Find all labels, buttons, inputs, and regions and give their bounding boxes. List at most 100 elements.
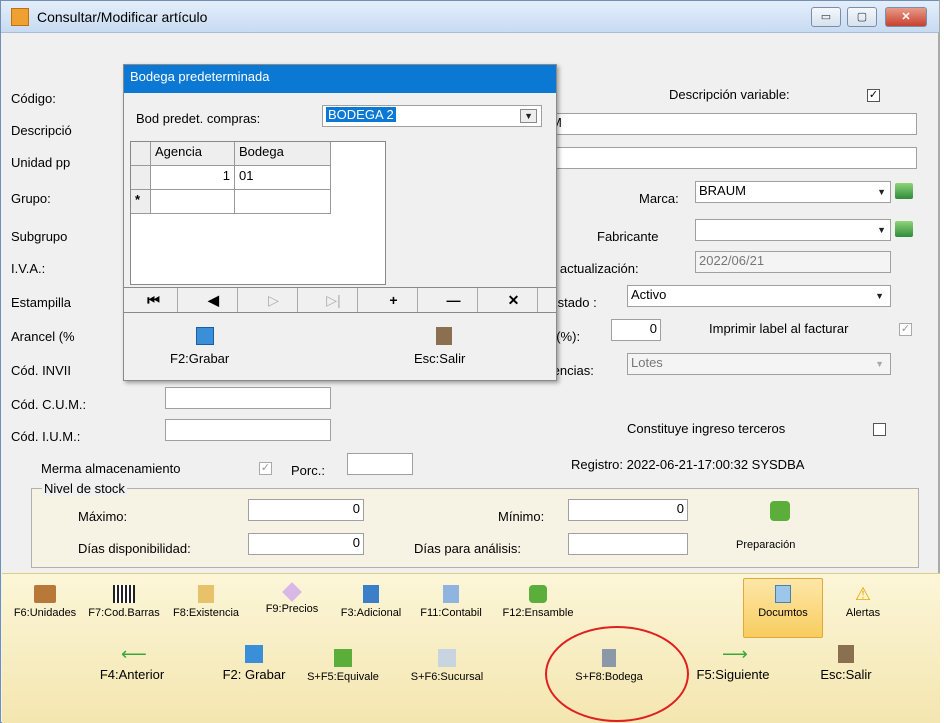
adicional-button[interactable]: F3:Adicional <box>333 585 409 619</box>
anterior-button[interactable]: ⟵ F4:Anterior <box>89 645 175 682</box>
imprimir-label: Imprimir label al facturar <box>709 321 849 336</box>
warning-icon: ⚠ <box>854 584 872 604</box>
descripcion-input[interactable]: M <box>547 113 917 135</box>
marca-label: Marca: <box>639 191 679 206</box>
imprimir-checkbox[interactable]: ✓ <box>899 323 912 336</box>
fecha-input: 2022/06/21 <box>695 251 891 273</box>
constituye-checkbox[interactable] <box>873 423 886 436</box>
col-bodega[interactable]: Bodega <box>235 142 331 166</box>
estampilla-label: Estampilla <box>11 295 71 310</box>
dialog-salir-button[interactable]: Esc:Salir <box>414 351 465 366</box>
maximo-input[interactable]: 0 <box>248 499 364 521</box>
ensamble-button[interactable]: F12:Ensamble <box>493 585 583 619</box>
calculator-icon <box>363 585 379 603</box>
branch-icon <box>438 649 456 667</box>
equivale-button[interactable]: S+F5:Equivale <box>295 649 391 683</box>
exit-door-icon[interactable] <box>436 327 452 345</box>
new-row-marker[interactable]: * <box>131 190 151 214</box>
grabar-label: F2: Grabar <box>222 667 286 682</box>
cod-ium-input[interactable] <box>165 419 331 441</box>
cod-cum-input[interactable] <box>165 387 331 409</box>
equivale-label: S+F5:Equivale <box>307 671 379 683</box>
sucursal-button[interactable]: S+F6:Sucursal <box>399 649 495 683</box>
marca-select[interactable]: BRAUM ▼ <box>695 181 891 203</box>
alertas-button[interactable]: ⚠ Alertas <box>827 585 899 619</box>
article-window: Consultar/Modificar artículo ▭ ▢ ✕ Códig… <box>0 0 940 723</box>
estado-value: Activo <box>631 287 667 302</box>
arrow-left-icon: ⟵ <box>121 644 147 664</box>
dias-analisis-label: Días para análisis: <box>414 541 521 556</box>
add-marca-icon[interactable] <box>895 183 913 199</box>
nav-insert-button[interactable]: + <box>370 288 418 312</box>
new-cell-bodega[interactable] <box>235 190 331 214</box>
add-fabricante-icon[interactable] <box>895 221 913 237</box>
grupo-label: Grupo: <box>11 191 51 206</box>
save-icon[interactable] <box>196 327 214 345</box>
anterior-label: F4:Anterior <box>99 667 165 682</box>
dialog-title: Bodega predeterminada <box>124 65 556 93</box>
grid-corner <box>131 142 151 166</box>
siguiente-button[interactable]: ⟶ F5:Siguiente <box>685 645 781 682</box>
existencias-value: Lotes <box>631 355 663 370</box>
existencia-label: F8:Existencia <box>172 607 240 619</box>
col-agencia[interactable]: Agencia <box>151 142 235 166</box>
dialog-grabar-button[interactable]: F2:Grabar <box>170 351 229 366</box>
existencia-button[interactable]: F8:Existencia <box>165 585 247 619</box>
nav-prior-button[interactable]: ◀ <box>190 288 238 312</box>
unidad-input[interactable] <box>547 147 917 169</box>
desc-pct-input[interactable]: 0 <box>611 319 661 341</box>
contabil-button[interactable]: F11:Contabil <box>411 585 491 619</box>
adicional-label: F3:Adicional <box>340 607 402 619</box>
cod-barras-button[interactable]: F7:Cod.Barras <box>83 585 165 619</box>
maximize-button[interactable]: ▢ <box>847 7 877 27</box>
nav-cancel-button[interactable]: ✕ <box>490 288 538 312</box>
alertas-label: Alertas <box>845 607 881 619</box>
siguiente-label: F5:Siguiente <box>696 667 770 682</box>
nav-first-button[interactable]: ⏮ <box>130 288 178 312</box>
cell-agencia[interactable]: 1 <box>151 166 235 190</box>
cod-cum-label: Cód. C.U.M.: <box>11 397 87 412</box>
documtos-button[interactable]: Documtos <box>747 585 819 619</box>
cell-bodega[interactable]: 01 <box>235 166 331 190</box>
descripcion-label: Descripció <box>11 123 72 138</box>
minimize-button[interactable]: ▭ <box>811 7 841 27</box>
desc-variable-checkbox[interactable]: ✓ <box>867 89 880 102</box>
constituye-label: Constituye ingreso terceros <box>627 421 786 436</box>
puzzle-icon[interactable] <box>770 501 790 521</box>
box-icon <box>34 585 56 603</box>
maximo-label: Máximo: <box>78 509 128 524</box>
precios-button[interactable]: F9:Precios <box>251 582 333 615</box>
salir-button[interactable]: Esc:Salir <box>801 645 891 682</box>
codigo-label: Código: <box>11 91 56 106</box>
highlight-circle <box>545 626 689 722</box>
cod-barras-label: F7:Cod.Barras <box>88 607 160 619</box>
unidades-button[interactable]: F6:Unidades <box>7 585 83 619</box>
stock-group: Nivel de stock Máximo: 0 Mínimo: 0 Días … <box>31 481 919 568</box>
chevron-down-icon: ▼ <box>877 225 886 235</box>
close-button[interactable]: ✕ <box>885 7 927 27</box>
dias-disp-input[interactable]: 0 <box>248 533 364 555</box>
fabricante-select[interactable]: ▼ <box>695 219 891 241</box>
agencias-grid: Agencia Bodega 1 01 * <box>130 141 386 285</box>
bodega-dialog: Bodega predeterminada Bod predet. compra… <box>123 64 557 381</box>
arrow-right-icon: ⟶ <box>722 644 748 664</box>
nav-delete-button[interactable]: — <box>430 288 478 312</box>
chevron-down-icon: ▼ <box>877 187 886 197</box>
app-icon <box>11 8 29 26</box>
nav-last-button[interactable]: ▷| <box>310 288 358 312</box>
merma-checkbox[interactable]: ✓ <box>259 462 272 475</box>
unidades-label: F6:Unidades <box>13 607 77 619</box>
compras-select[interactable]: BODEGA 2 ▼ <box>322 105 542 127</box>
estado-select[interactable]: Activo ▼ <box>627 285 891 307</box>
compras-label: Bod predet. compras: <box>136 111 261 126</box>
cod-ium-label: Cód. I.U.M.: <box>11 429 81 444</box>
new-cell-agencia[interactable] <box>151 190 235 214</box>
grabar-button[interactable]: F2: Grabar <box>211 645 297 682</box>
registro-text: Registro: 2022-06-21-17:00:32 SYSDBA <box>571 457 805 472</box>
porc-input[interactable] <box>347 453 413 475</box>
minimo-input[interactable]: 0 <box>568 499 688 521</box>
dias-analisis-input[interactable] <box>568 533 688 555</box>
nav-next-button[interactable]: ▷ <box>250 288 298 312</box>
preparacion-button[interactable]: Preparación <box>736 539 795 551</box>
row-selector[interactable] <box>131 166 151 190</box>
